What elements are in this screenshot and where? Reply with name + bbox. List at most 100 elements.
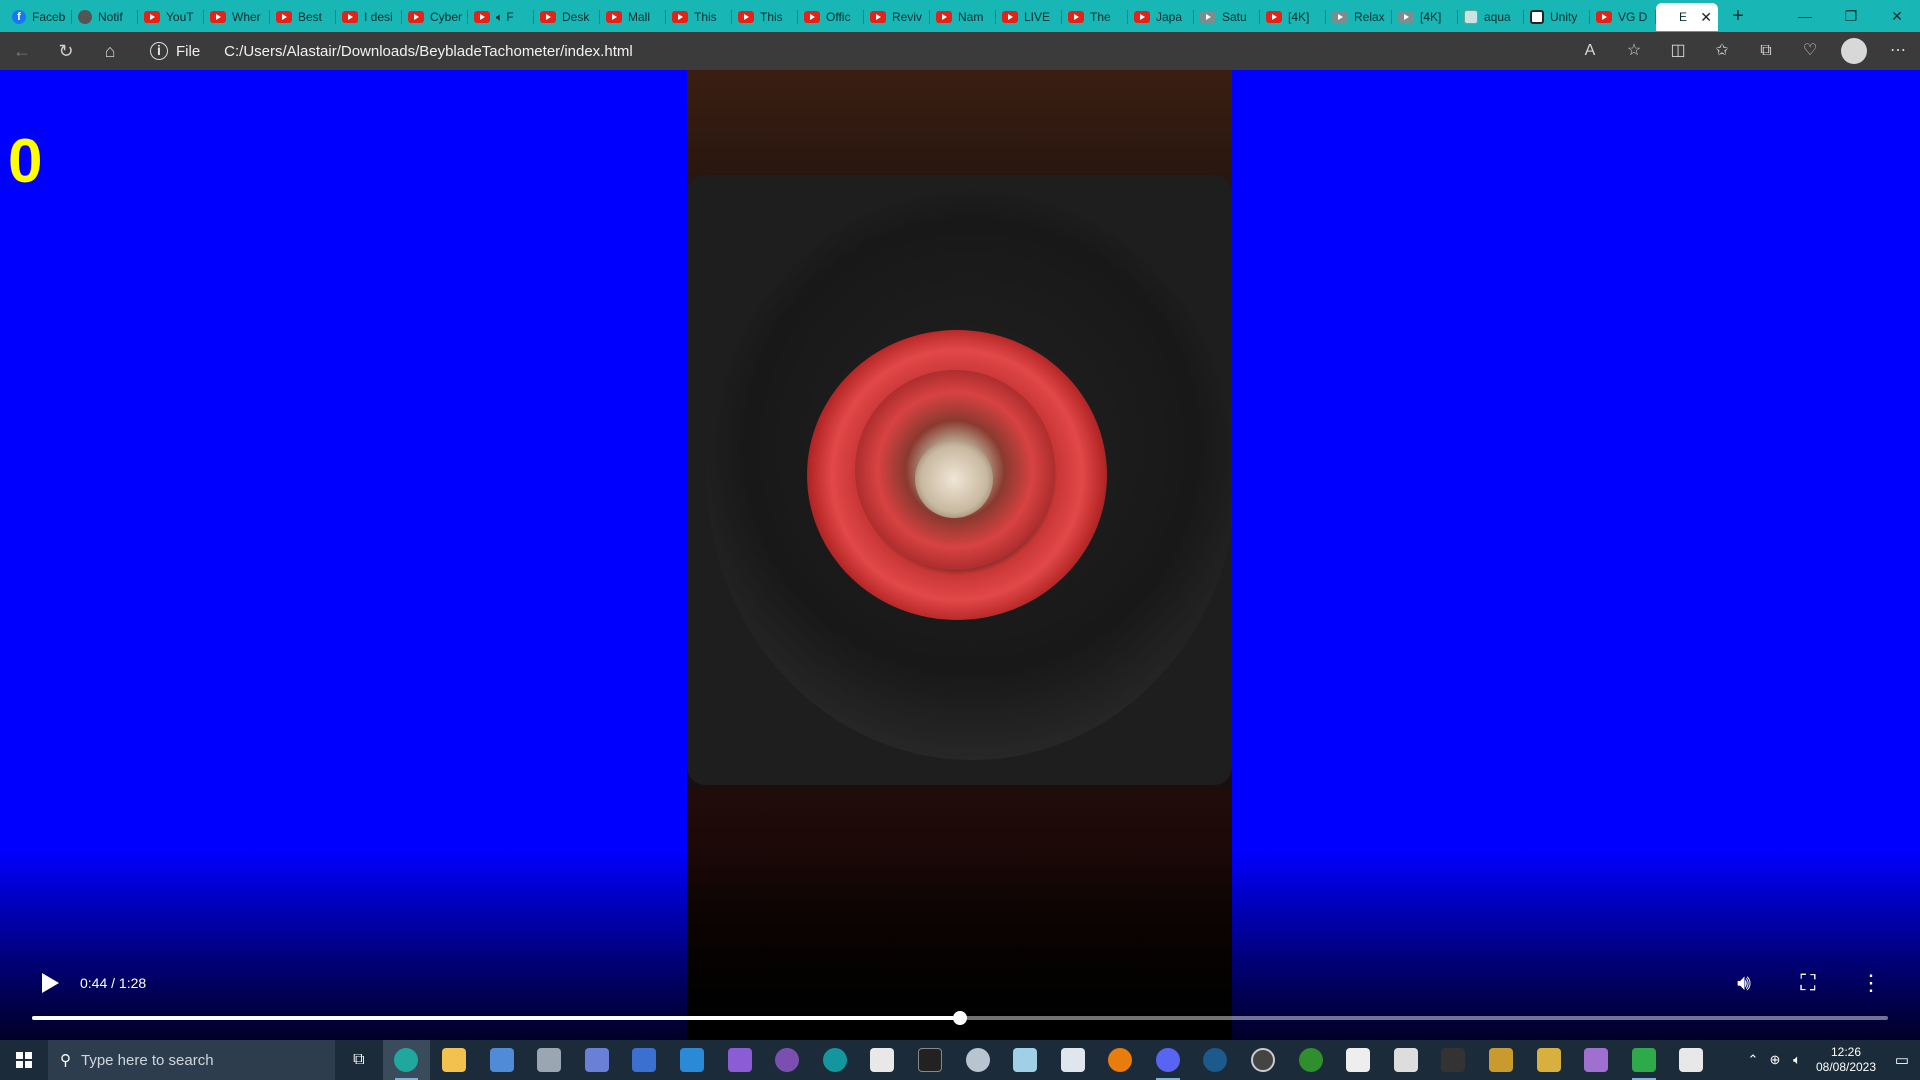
youtube-icon [672, 11, 688, 23]
volume-tray-icon[interactable]: 🔈︎ [1786, 1052, 1808, 1068]
app-icon-23[interactable] [1430, 1040, 1478, 1080]
restore-icon[interactable]: ❐ [1828, 0, 1874, 32]
vscode-icon[interactable] [668, 1040, 716, 1080]
address-bar[interactable]: i File C:/Users/Alastair/Downloads/Beybl… [138, 36, 1656, 66]
browser-tab[interactable]: Mall [600, 3, 666, 31]
browser-essentials-icon[interactable]: ♡ [1788, 32, 1832, 70]
discord-icon[interactable] [1144, 1040, 1192, 1080]
notifications-icon[interactable]: ▭ [1884, 1051, 1920, 1069]
blender-icon[interactable] [1097, 1040, 1145, 1080]
tab-label: Nam [958, 10, 984, 24]
github-desktop-icon[interactable] [763, 1040, 811, 1080]
browser-tab[interactable]: Nam [930, 3, 996, 31]
seek-bar[interactable] [32, 1011, 1888, 1025]
seek-bar-handle[interactable] [953, 1011, 967, 1025]
app-icon-11[interactable] [859, 1040, 907, 1080]
app-icon-21[interactable] [1334, 1040, 1382, 1080]
obs-icon[interactable] [1239, 1040, 1287, 1080]
close-tab-icon[interactable]: ✕ [1700, 9, 1712, 26]
taskbar-search[interactable]: ⚲ Type here to search [48, 1040, 335, 1080]
page-viewport: 0 0:44 / 1:28 🔊︎ ⛶ ⋮ [0, 70, 1920, 1040]
active-tab-label: E [1679, 10, 1688, 24]
browser-tab[interactable]: Unity [1524, 3, 1590, 31]
app-icon-6[interactable] [621, 1040, 669, 1080]
url-text[interactable]: C:/Users/Alastair/Downloads/BeybladeTach… [224, 43, 633, 60]
browser-tab[interactable]: This [732, 3, 798, 31]
browser-tab[interactable]: I desi [336, 3, 402, 31]
app-icon-25[interactable] [1525, 1040, 1573, 1080]
visual-studio-icon[interactable] [716, 1040, 764, 1080]
tab-label: LIVE [1024, 10, 1051, 24]
browser-tab[interactable]: Wher [204, 3, 270, 31]
active-tab[interactable]: E ✕ [1656, 3, 1718, 31]
clock[interactable]: 12:26 08/08/2023 [1808, 1045, 1884, 1075]
browser-tab[interactable]: [4K] [1260, 3, 1326, 31]
browser-tab[interactable]: Best [270, 3, 336, 31]
app-icon-4[interactable] [525, 1040, 573, 1080]
browser-tab[interactable]: Desk [534, 3, 600, 31]
arduino-icon[interactable] [811, 1040, 859, 1080]
app-icon-27[interactable] [1620, 1040, 1668, 1080]
youtube-icon [210, 11, 226, 23]
favorite-star-icon[interactable]: ☆ [1612, 32, 1656, 70]
back-icon[interactable]: ← [0, 32, 44, 70]
browser-tab[interactable]: [4K] [1392, 3, 1458, 31]
app-icon-26[interactable] [1572, 1040, 1620, 1080]
terminal-icon[interactable] [906, 1040, 954, 1080]
profile-avatar[interactable] [1841, 38, 1867, 64]
favorites-icon[interactable]: ✩ [1700, 32, 1744, 70]
browser-tab[interactable]: 🔈︎ F [468, 3, 534, 31]
split-screen-icon[interactable]: ◫ [1656, 32, 1700, 70]
tab-label: Wher [232, 10, 261, 24]
volume-icon[interactable]: 🔊︎ [1729, 968, 1759, 998]
steam-icon[interactable] [1192, 1040, 1240, 1080]
file-explorer-icon[interactable] [430, 1040, 478, 1080]
web-icon [1464, 10, 1478, 24]
settings-more-icon[interactable]: ⋯ [1876, 32, 1920, 70]
unity-hub-icon[interactable] [1668, 1040, 1716, 1080]
app-icon-24[interactable] [1477, 1040, 1525, 1080]
browser-tab[interactable]: The [1062, 3, 1128, 31]
app-icon-13[interactable] [954, 1040, 1002, 1080]
chevron-up-icon[interactable]: ⌃ [1742, 1052, 1764, 1068]
tab-label: aqua [1484, 10, 1511, 24]
play-button[interactable] [38, 971, 62, 995]
browser-tab[interactable]: YouT [138, 3, 204, 31]
app-icon-5[interactable] [573, 1040, 621, 1080]
youtube-icon [1002, 11, 1018, 23]
fullscreen-icon[interactable]: ⛶ [1793, 968, 1823, 998]
store-icon[interactable] [478, 1040, 526, 1080]
tab-audio-icon[interactable]: 🔈︎ [496, 10, 503, 25]
home-icon[interactable]: ⌂ [88, 32, 132, 70]
browser-tab[interactable]: Relax [1326, 3, 1392, 31]
collections-icon[interactable]: ⧉ [1744, 32, 1788, 70]
browser-tab[interactable]: Reviv [864, 3, 930, 31]
app-icon-15[interactable] [1049, 1040, 1097, 1080]
browser-tab[interactable]: VG D [1590, 3, 1656, 31]
windows-logo-icon [16, 1052, 32, 1068]
close-window-icon[interactable]: ✕ [1874, 0, 1920, 32]
browser-tab[interactable]: Cyber [402, 3, 468, 31]
browser-tab[interactable]: Satu [1194, 3, 1260, 31]
new-tab-button[interactable]: + [1722, 2, 1754, 30]
xbox-icon[interactable] [1287, 1040, 1335, 1080]
browser-tab[interactable]: Offic [798, 3, 864, 31]
browser-tab[interactable]: Japa [1128, 3, 1194, 31]
app-icon-22[interactable] [1382, 1040, 1430, 1080]
task-view-icon[interactable]: ⧉ [335, 1040, 383, 1080]
browser-tab[interactable]: LIVE [996, 3, 1062, 31]
browser-tab[interactable]: f Faceb [6, 3, 72, 31]
read-aloud-icon[interactable]: A [1568, 32, 1612, 70]
more-options-icon[interactable]: ⋮ [1856, 968, 1886, 998]
browser-tab[interactable]: aqua [1458, 3, 1524, 31]
refresh-icon[interactable]: ↻ [44, 32, 88, 70]
network-icon[interactable]: ⊕ [1764, 1052, 1786, 1068]
info-icon[interactable]: i [150, 42, 168, 60]
app-icon-14[interactable] [1001, 1040, 1049, 1080]
edge-app-icon[interactable] [382, 1040, 431, 1080]
tab-label: Mall [628, 10, 651, 24]
browser-tab[interactable]: Notif [72, 3, 138, 31]
minimize-icon[interactable]: — [1782, 0, 1828, 32]
start-button[interactable] [0, 1040, 48, 1080]
browser-tab[interactable]: This [666, 3, 732, 31]
